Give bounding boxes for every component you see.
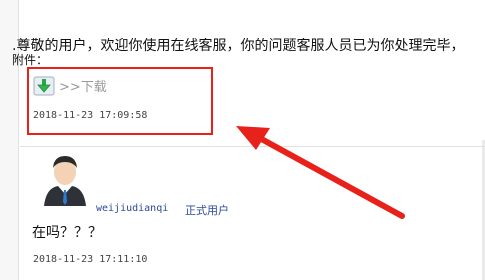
user-status-badge: 正式用户 (185, 204, 229, 217)
service-message-text: .尊敬的用户，欢迎你使用在线客服，你的问题客服人员已为你处理完毕， (12, 38, 465, 54)
message-timestamp: 2018-11-23 17:11:10 (33, 254, 148, 265)
annotation-highlight-box (27, 67, 213, 135)
attachment-label: 附件： (12, 53, 49, 67)
message-divider (20, 146, 485, 147)
user-avatar-icon (44, 156, 86, 206)
username[interactable]: weijiudianqi (96, 203, 168, 214)
user-message-text: 在吗？？？ (32, 225, 102, 241)
